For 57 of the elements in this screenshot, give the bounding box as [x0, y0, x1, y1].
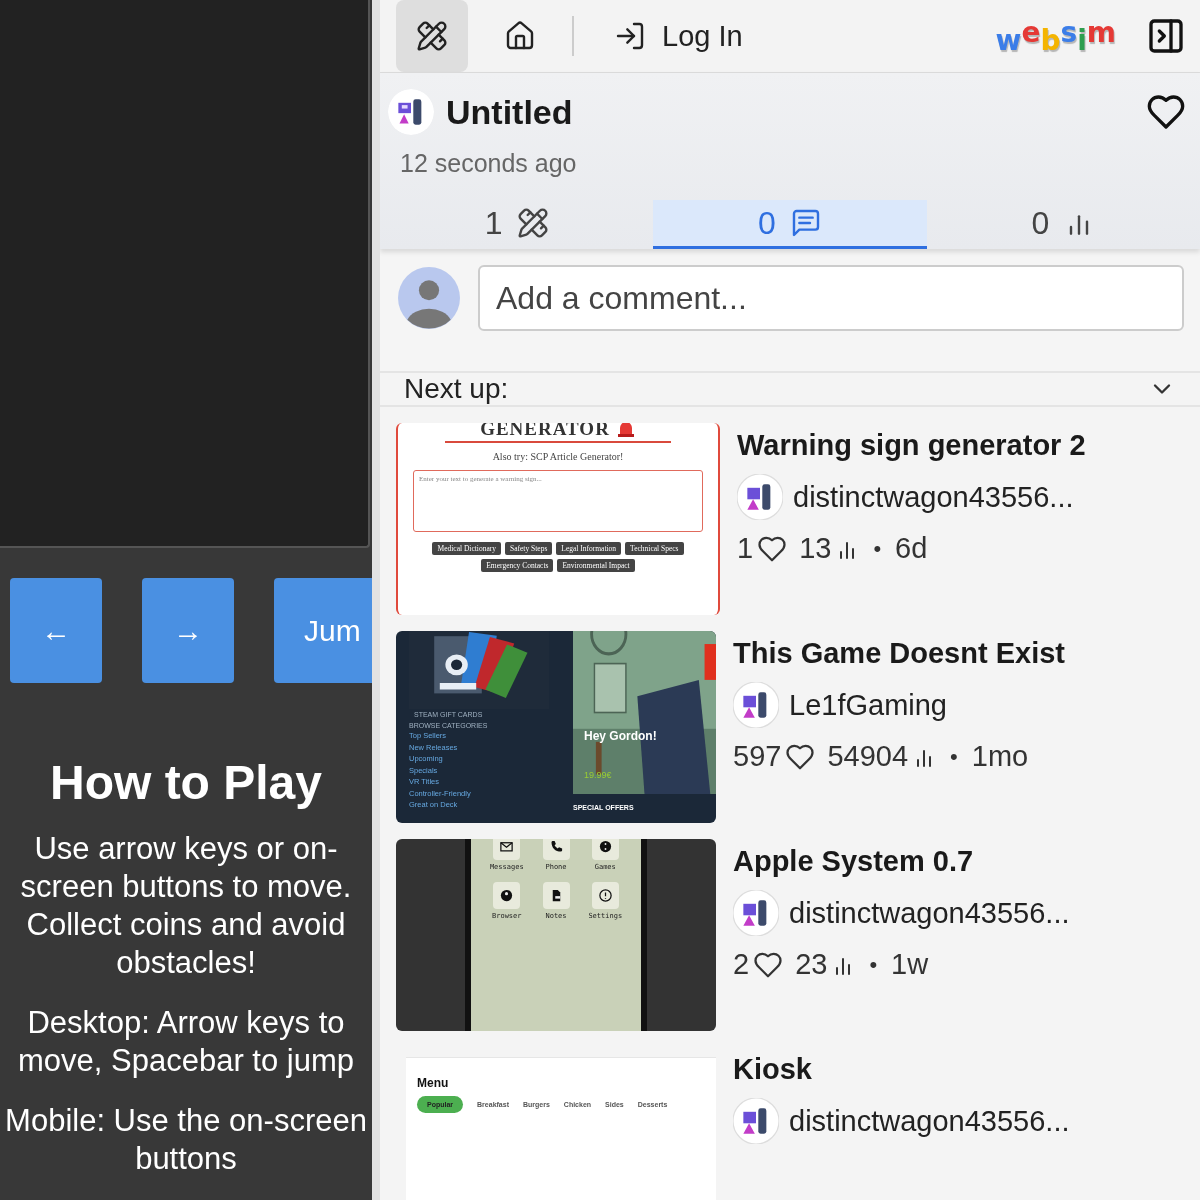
project-title[interactable]: Warning sign generator 2	[737, 429, 1086, 462]
sidebar-toggle-icon[interactable]	[1146, 16, 1186, 56]
like-count: 597	[733, 740, 782, 773]
mail-icon	[499, 839, 515, 854]
app-button[interactable]	[591, 882, 619, 909]
age: 1mo	[971, 740, 1029, 773]
login-button[interactable]: Log In	[602, 19, 755, 53]
author-name[interactable]: Le1fGaming	[789, 688, 947, 722]
stat-tab[interactable]: 0	[653, 200, 927, 249]
age: 1w	[891, 948, 929, 981]
author-name[interactable]: distinctwagon43556...	[789, 896, 1070, 930]
author-name[interactable]: distinctwagon43556...	[793, 480, 1074, 514]
app-button[interactable]	[591, 839, 619, 860]
stat-tab[interactable]: 1	[380, 200, 654, 249]
project-title[interactable]: Kiosk	[733, 1053, 1070, 1086]
home-icon[interactable]	[504, 20, 536, 52]
view-count: 54904	[827, 740, 909, 773]
browser-icon	[499, 888, 515, 903]
age: 6d	[895, 532, 928, 565]
project-title: Untitled	[446, 92, 573, 132]
login-icon	[614, 20, 646, 52]
app-button[interactable]	[493, 882, 521, 909]
instructions: Desktop: Arrow keys to move, Spacebar to jump	[17, 1004, 355, 1080]
instructions: Use arrow keys or on-screen buttons to move. Collect coins and avoid obstacles!	[19, 830, 353, 982]
pencil-ruler-icon	[516, 207, 549, 239]
stat-tab[interactable]: 0	[926, 200, 1200, 249]
view-count: 13	[799, 532, 832, 565]
avatar-icon	[398, 267, 460, 329]
project-title[interactable]: Apple System 0.7	[733, 845, 1070, 878]
pencil-ruler-icon	[416, 20, 448, 52]
like-count: 1	[737, 532, 754, 565]
price: 19.99€	[584, 770, 612, 780]
heading: How to Play	[49, 755, 322, 810]
separator: •	[950, 743, 958, 770]
separator: •	[869, 951, 878, 978]
like-count: 2	[733, 948, 750, 981]
section-label: Next up:	[404, 373, 509, 405]
separator: •	[873, 535, 882, 562]
siren-icon	[615, 423, 636, 437]
games-icon	[597, 839, 613, 854]
author-name[interactable]: distinctwagon43556...	[789, 1104, 1070, 1138]
logo[interactable]: websim	[995, 19, 1116, 53]
timestamp: 12 seconds ago	[399, 148, 578, 178]
game-title: Hey Gordon!	[584, 729, 657, 743]
comment-field[interactable]: Add a comment...	[478, 265, 1184, 331]
menu-title: Menu	[417, 1076, 450, 1090]
instructions: Mobile: Use the on-screen buttons	[4, 1102, 368, 1178]
project-title[interactable]: This Game Doesnt Exist	[733, 637, 1065, 670]
generator-heading: GENERATOR	[480, 423, 610, 439]
settings-icon	[597, 888, 613, 903]
view-count: 23	[795, 948, 828, 981]
remix-button[interactable]	[396, 0, 468, 72]
app-button[interactable]	[493, 839, 521, 860]
like-icon[interactable]	[1146, 92, 1186, 132]
app-button[interactable]	[542, 882, 570, 909]
hint-text: Also try: SCP Article Generator!	[492, 451, 624, 462]
app-button[interactable]	[542, 839, 570, 860]
